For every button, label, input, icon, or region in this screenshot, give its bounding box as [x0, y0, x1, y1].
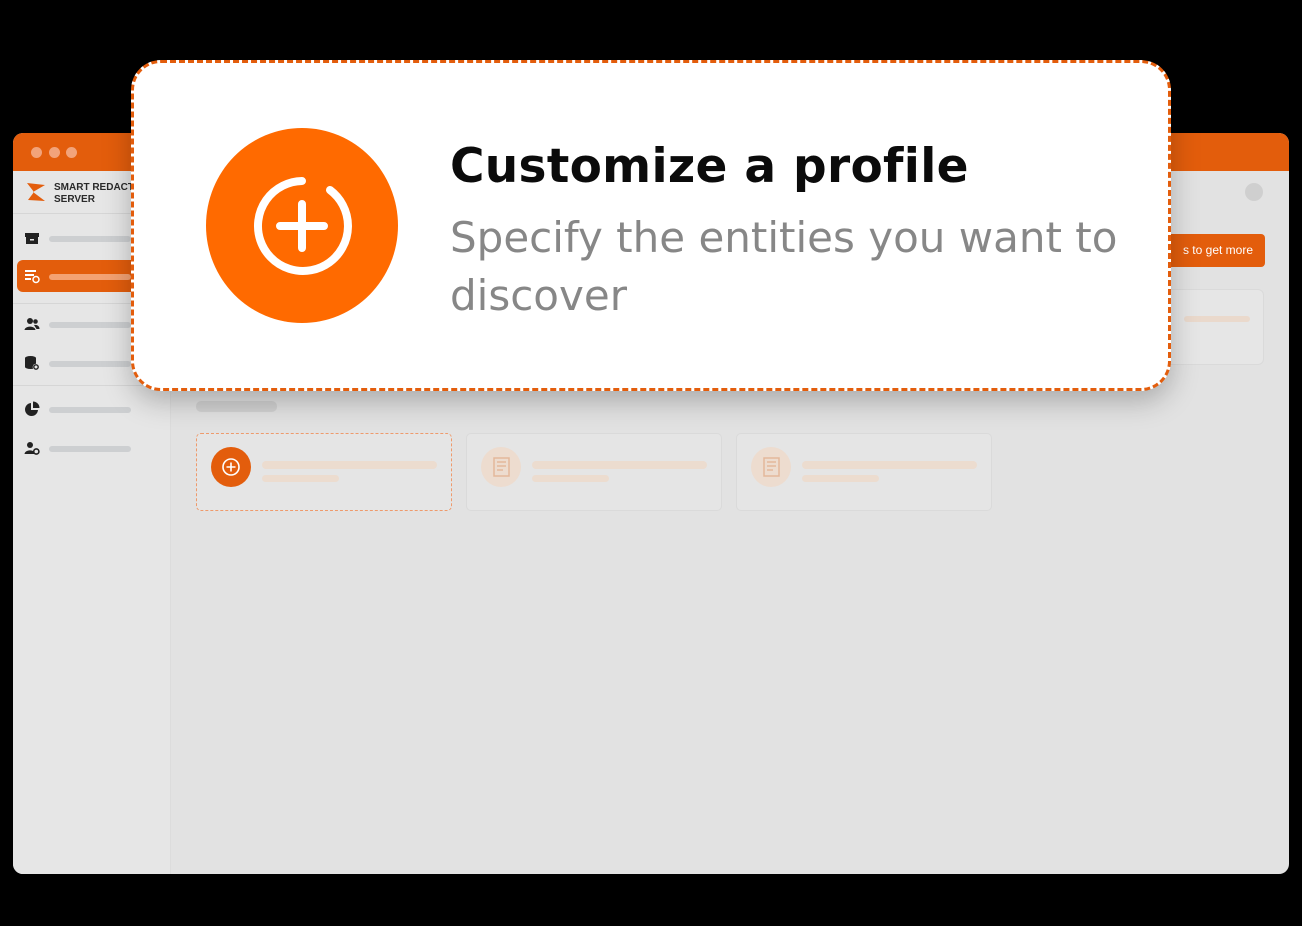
- smart-redact-logo-icon: [27, 183, 45, 201]
- sidebar-item-user-settings[interactable]: [13, 433, 171, 463]
- sidebar-item-placeholder: [49, 322, 131, 328]
- sidebar-item-placeholder: [49, 236, 131, 242]
- profile-card-badge: [481, 447, 521, 487]
- avatar[interactable]: [1245, 183, 1263, 201]
- window-minimize-dot[interactable]: [49, 147, 60, 158]
- info-card-placeholder: [1184, 316, 1250, 322]
- add-circle-icon: [254, 177, 352, 275]
- sidebar-item-placeholder: [49, 274, 131, 280]
- info-card: [1163, 289, 1264, 365]
- document-icon: [493, 457, 510, 477]
- add-circle-icon: [222, 458, 240, 476]
- window-close-dot[interactable]: [31, 147, 42, 158]
- profile-card-title-placeholder: [262, 461, 437, 469]
- callout-icon-badge: [206, 128, 398, 323]
- pie-chart-icon: [25, 401, 40, 416]
- profile-card-subtitle-placeholder: [802, 475, 879, 482]
- sidebar-item-placeholder: [49, 407, 131, 413]
- sidebar-item-placeholder: [49, 361, 131, 367]
- archive-icon: [25, 233, 39, 244]
- profile-card-title-placeholder: [532, 461, 707, 469]
- profile-card-badge: [751, 447, 791, 487]
- sidebar-item-reports[interactable]: [13, 394, 171, 424]
- section-heading-placeholder: [196, 401, 277, 412]
- profile-card-subtitle-placeholder: [262, 475, 339, 482]
- get-more-button[interactable]: s to get more: [1163, 234, 1265, 267]
- profile-card-new[interactable]: [196, 433, 452, 511]
- profile-list-icon: [25, 270, 40, 284]
- profile-card-badge: [211, 447, 251, 487]
- callout-title: Customize a profile: [450, 139, 969, 194]
- customize-profile-callout: Customize a profile Specify the entities…: [131, 60, 1171, 391]
- users-icon: [24, 318, 40, 330]
- callout-description: Specify the entities you want to discove…: [450, 213, 1118, 320]
- profile-card[interactable]: [736, 433, 992, 511]
- user-settings-icon: [24, 442, 40, 455]
- database-settings-icon: [25, 356, 40, 371]
- sidebar-item-placeholder: [49, 446, 131, 452]
- window-maximize-dot[interactable]: [66, 147, 77, 158]
- document-icon: [763, 457, 780, 477]
- profile-card-title-placeholder: [802, 461, 977, 469]
- profile-card-subtitle-placeholder: [532, 475, 609, 482]
- profile-card[interactable]: [466, 433, 722, 511]
